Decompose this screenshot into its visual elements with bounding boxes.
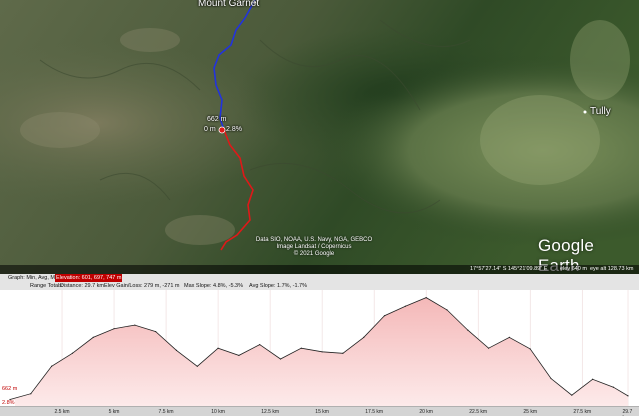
elevation-point	[550, 377, 552, 380]
place-label-mount-garnet[interactable]: Mount Garnet	[198, 0, 259, 9]
graph-mode-label[interactable]: Graph: Min, Avg, Max	[8, 274, 61, 282]
elevation-point	[217, 347, 219, 349]
elevation-profile-panel[interactable]: Graph: Min, Avg, Max Elevation: 601, 697…	[0, 274, 639, 416]
attribution-line: © 2021 Google	[293, 251, 335, 257]
elevation-point	[529, 348, 531, 350]
status-elevation: elev 640 m	[560, 266, 587, 272]
x-tick-label: 7.5 km	[158, 409, 174, 415]
elevation-point	[259, 343, 261, 346]
map-view[interactable]: Mount Garnet Tully 662 m 0 m 2.8% Data S…	[0, 0, 639, 274]
attribution-line: Data SIO, NOAA, U.S. Navy, NGA, GEBCO	[255, 237, 373, 243]
elevation-point	[404, 305, 406, 307]
profile-header-row-2: Range Totals: Distance: 29.7 km Elev Gai…	[0, 282, 639, 290]
elevation-point	[627, 395, 629, 397]
elevation-point	[30, 393, 32, 395]
elevation-point	[279, 358, 282, 360]
route-position-marker	[218, 126, 226, 134]
elevation-point	[155, 330, 157, 333]
distance-total: Distance: 29.7 km	[60, 283, 105, 289]
x-axis: 2.5 km 5 km 7.5 km 10 km 12.5 km 15 km 17.5 km…	[0, 406, 639, 416]
x-tick-label: 20 km	[419, 409, 433, 415]
x-tick-label: 29.7 km	[622, 409, 633, 416]
x-tick-label: 5 km	[108, 409, 120, 415]
x-tick-label: 15 km	[315, 409, 329, 415]
route-start-label: 0 m	[204, 126, 216, 133]
x-tick-label: 27.5 km	[573, 409, 592, 415]
x-tick-label: 2.5 km	[54, 409, 70, 415]
elevation-summary[interactable]: Elevation: 601, 697, 747 m	[55, 274, 123, 282]
attribution-line: Image Landsat / Copernicus	[276, 244, 352, 250]
elevation-point	[425, 297, 427, 299]
elevation-point	[300, 347, 302, 349]
x-tick-label: 12.5 km	[261, 409, 279, 415]
elevation-point	[508, 336, 510, 338]
elevation-point	[238, 354, 240, 357]
elevation-point	[592, 378, 594, 380]
elevation-point	[321, 351, 323, 353]
map-attribution: Data SIO, NOAA, U.S. Navy, NGA, GEBCO Im…	[254, 237, 374, 258]
x-tick-label: 25 km	[523, 409, 537, 415]
satellite-imagery	[0, 0, 639, 274]
x-tick-label: 17.5 km	[365, 409, 384, 415]
elevation-point	[342, 352, 344, 354]
elevation-point	[196, 365, 198, 367]
elevation-point	[612, 386, 615, 388]
elevation-point	[467, 329, 469, 331]
elevation-chart[interactable]	[0, 290, 639, 408]
elevation-point	[487, 347, 490, 349]
place-label-tully[interactable]: Tully	[590, 106, 611, 117]
elevation-point	[383, 315, 386, 317]
place-dot-tully	[583, 110, 587, 114]
elevation-point	[92, 336, 94, 338]
current-elevation-readout: 662 m	[2, 386, 18, 392]
avg-slope: Avg Slope: 1.7%, -1.7%	[249, 283, 307, 289]
elev-gain-loss: Elev Gain/Loss: 279 m, -271 m	[104, 283, 180, 289]
elevation-point	[571, 394, 573, 396]
status-bar: 17°57'27.14" S 145°21'09.89" E elev 640 …	[0, 265, 639, 274]
x-tick-label: 10 km	[211, 409, 225, 415]
elevation-point	[363, 336, 365, 338]
status-coordinates: 17°57'27.14" S 145°21'09.89" E	[470, 266, 548, 272]
elevation-point	[446, 309, 448, 311]
status-eye-altitude: eye alt 128.73 km	[590, 266, 634, 272]
range-totals-label: Range Totals:	[30, 283, 64, 289]
route-slope-label: 2.8%	[226, 126, 242, 133]
max-slope: Max Slope: 4.8%, -5.3%	[184, 283, 244, 289]
profile-header-row-1: Graph: Min, Avg, Max Elevation: 601, 697…	[0, 274, 639, 282]
x-tick-label: 22.5 km	[469, 409, 488, 415]
elevation-point	[175, 349, 178, 351]
elevation-point	[51, 365, 53, 367]
elevation-point	[71, 352, 74, 354]
elevation-point	[113, 328, 115, 330]
route-elevation-label: 662 m	[207, 116, 227, 123]
elevation-point	[134, 324, 136, 326]
